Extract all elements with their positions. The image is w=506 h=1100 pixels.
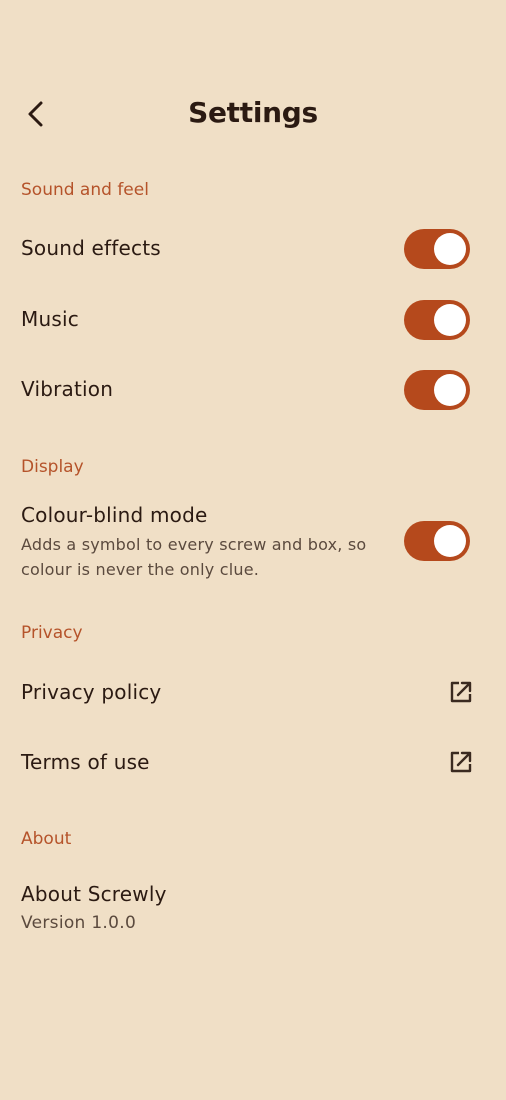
settings-row-music: Music	[0, 299, 506, 343]
about-screwly-label[interactable]: About Screwly	[21, 882, 167, 906]
colour-blind-mode-description: Adds a symbol to every screw and box, so…	[21, 535, 367, 579]
settings-row-sound-effects: Sound effects	[0, 228, 506, 272]
section-label-display: Display	[21, 457, 84, 477]
version-text: Version 1.0.0	[21, 913, 137, 933]
privacy-policy-external-link[interactable]	[447, 678, 475, 706]
terms-of-use-external-link[interactable]	[447, 748, 475, 776]
toggle-knob	[434, 304, 466, 336]
toggle-knob	[434, 525, 466, 557]
vibration-label: Vibration	[21, 377, 114, 401]
section-label-about: About	[21, 829, 72, 849]
vibration-toggle[interactable]	[404, 370, 470, 410]
terms-of-use-label[interactable]: Terms of use	[21, 750, 150, 774]
colour-blind-mode-label: Colour-blind mode	[21, 503, 208, 527]
toggle-knob	[434, 374, 466, 406]
external-link-icon	[450, 681, 472, 703]
colour-blind-mode-toggle[interactable]	[404, 521, 470, 561]
section-label-privacy: Privacy	[21, 623, 83, 643]
sound-effects-label: Sound effects	[21, 236, 161, 260]
music-toggle[interactable]	[404, 300, 470, 340]
music-label: Music	[21, 307, 79, 331]
settings-row-about-screwly[interactable]: About Screwly Version 1.0.0	[0, 882, 506, 942]
settings-row-privacy-policy[interactable]: Privacy policy	[0, 672, 506, 716]
settings-row-colour-blind-mode: Colour-blind mode Adds a symbol to every…	[0, 503, 506, 583]
page-title: Settings	[188, 96, 318, 129]
settings-row-terms-of-use[interactable]: Terms of use	[0, 742, 506, 786]
sound-effects-toggle[interactable]	[404, 229, 470, 269]
external-link-icon	[450, 751, 472, 773]
section-label-sound-and-feel: Sound and feel	[21, 180, 149, 200]
toggle-knob	[434, 233, 466, 265]
settings-row-vibration: Vibration	[0, 369, 506, 413]
top-bar: Settings	[0, 86, 506, 142]
privacy-policy-label[interactable]: Privacy policy	[21, 680, 161, 704]
